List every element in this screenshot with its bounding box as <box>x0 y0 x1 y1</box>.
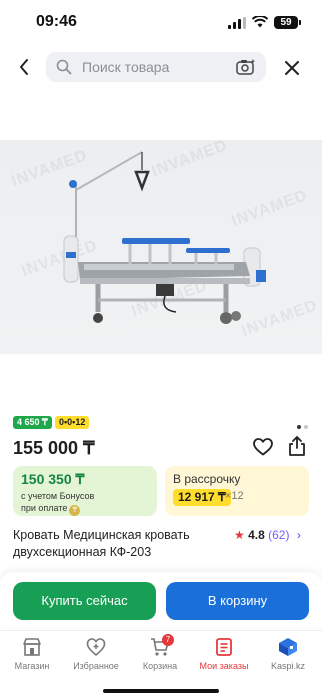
tab-label: Мои заказы <box>199 661 249 671</box>
bonus-caption: с учетом Бонусов при оплате ₸ <box>21 490 94 516</box>
installment-label: В рассрочку <box>173 472 241 486</box>
close-icon <box>285 61 299 75</box>
product-title: Кровать Медицинская кровать двухсекционн… <box>13 528 190 559</box>
pagination-dot <box>304 425 308 429</box>
rating-score: 4.8 <box>248 528 265 542</box>
wifi-icon <box>252 16 268 28</box>
store-icon <box>23 638 41 656</box>
tab-label: Корзина <box>142 661 178 671</box>
rating-count: (62) <box>268 528 290 542</box>
tab-orders[interactable]: Мои заказы <box>192 637 256 671</box>
installment-months: ×12 <box>225 490 244 502</box>
status-bar: 09:46 59 <box>0 0 322 44</box>
bonus-caption-line2: при оплате ₸ <box>21 502 94 516</box>
search-icon <box>56 59 72 75</box>
tab-favorites[interactable]: Избранное <box>64 637 128 671</box>
heart-icon <box>253 438 273 456</box>
tab-kaspi[interactable]: Kaspi.kz <box>256 637 320 671</box>
star-icon: ★ <box>234 528 245 542</box>
chevron-left-icon <box>20 59 28 75</box>
bonus-price: 150 350 ₸ <box>21 471 85 487</box>
search-placeholder: Поиск товара <box>82 59 170 75</box>
close-button[interactable] <box>278 55 306 81</box>
product-image[interactable]: INVAMED INVAMED INVAMED INVAMED INVAMED … <box>0 140 322 354</box>
tab-label: Избранное <box>73 661 119 671</box>
installment-amount: 12 917 ₸ <box>173 489 231 506</box>
tab-cart[interactable]: 7 Корзина <box>128 634 192 671</box>
add-to-cart-button[interactable]: В корзину <box>166 582 309 620</box>
heart-plus-icon <box>86 638 106 657</box>
bonus-caption-line2-text: при оплате <box>21 503 68 513</box>
installment-badge: 0•0•12 <box>55 416 90 429</box>
medical-bed-illustration <box>63 151 266 324</box>
cart-count-badge: 7 <box>162 634 174 646</box>
orders-icon <box>216 638 232 656</box>
image-pagination <box>294 416 308 434</box>
status-time: 09:46 <box>36 13 77 30</box>
tab-label: Магазин <box>14 661 50 671</box>
tab-store[interactable]: Магазин <box>0 637 64 671</box>
share-icon <box>289 436 305 456</box>
tab-label: Kaspi.kz <box>270 661 305 671</box>
pagination-dot <box>297 425 301 429</box>
product-rating[interactable]: ★ 4.8 (62) › <box>234 528 301 542</box>
bottom-tab-bar: Магазин Избранное 7 Корзина Мои заказы K… <box>0 630 322 698</box>
back-button[interactable] <box>12 55 36 79</box>
bonus-price-card[interactable]: 150 350 ₸ с учетом Бонусов при оплате ₸ <box>13 466 157 516</box>
kaspi-gift-icon <box>279 638 297 656</box>
buy-now-button[interactable]: Купить сейчас <box>13 582 156 620</box>
kaspi-coin-icon: ₸ <box>69 505 81 516</box>
product-price: 155 000 ₸ <box>13 438 95 458</box>
search-input[interactable]: Поиск товара <box>46 52 266 82</box>
share-button[interactable] <box>288 436 306 461</box>
camera-search-icon[interactable] <box>236 58 256 76</box>
bonus-caption-line1: с учетом Бонусов <box>21 491 95 501</box>
battery-icon: 59 <box>274 16 301 29</box>
installment-card[interactable]: В рассрочку 12 917 ₸ ×12 <box>165 466 309 516</box>
bonus-badge: 4 650 ₸ <box>13 416 52 429</box>
chevron-right-icon: › <box>296 528 301 542</box>
favorite-button[interactable] <box>253 438 273 461</box>
purchase-actions: Купить сейчас В корзину <box>0 572 322 628</box>
home-indicator <box>103 689 219 693</box>
signal-icon <box>228 17 246 29</box>
